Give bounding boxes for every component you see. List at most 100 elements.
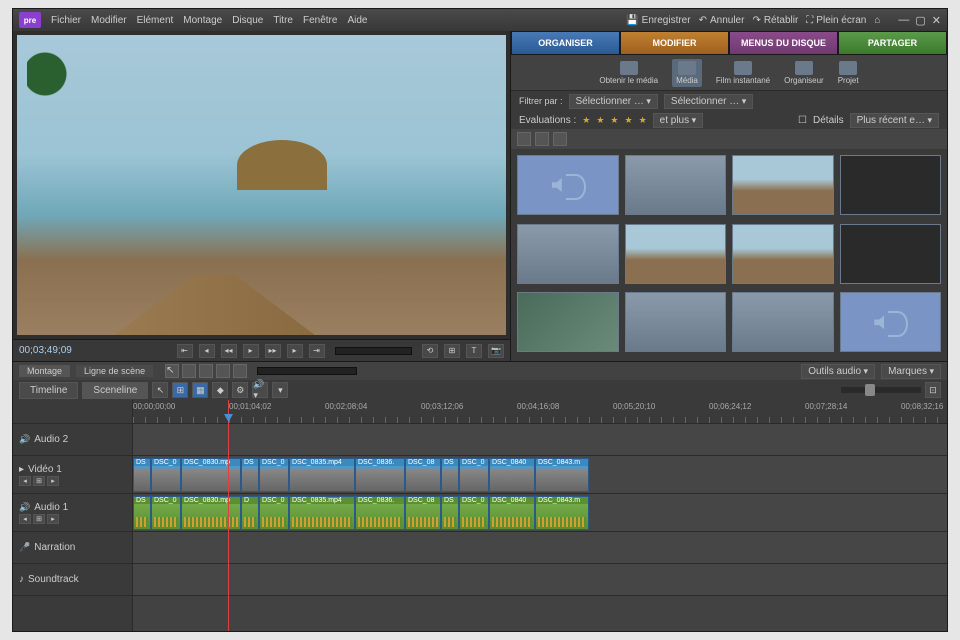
clip[interactable]: DSC_0	[151, 458, 181, 492]
step-fwd-button[interactable]: ▸	[287, 344, 303, 358]
media-thumb-audio[interactable]	[517, 155, 619, 215]
play-button[interactable]: ▸	[243, 344, 259, 358]
audio-tool[interactable]: 🔊▾	[252, 382, 268, 398]
star-5[interactable]: ★	[639, 115, 647, 126]
media-thumb[interactable]	[732, 155, 834, 215]
media-thumb[interactable]	[840, 224, 942, 284]
menu-file[interactable]: Fichier	[51, 15, 81, 26]
menu-edit[interactable]: Modifier	[91, 15, 127, 26]
step-back-button[interactable]: ◂	[199, 344, 215, 358]
safe-margins-button[interactable]: ⊞	[444, 344, 460, 358]
track-video1[interactable]: DSDSC_0DSC_0830.mpDSDSC_0DSC_0835.mp4DSC…	[133, 456, 947, 494]
opacity-slider[interactable]	[257, 367, 357, 375]
next-page-button[interactable]	[553, 132, 567, 146]
timecode-display[interactable]: 00;03;49;09	[19, 345, 89, 356]
menu-window[interactable]: Fenêtre	[303, 15, 337, 26]
clip[interactable]: DS	[241, 458, 259, 492]
sort-select[interactable]: Plus récent e… ▾	[850, 113, 939, 128]
tool-3[interactable]	[216, 364, 230, 378]
menu-title[interactable]: Titre	[273, 15, 293, 26]
list-view-button[interactable]	[517, 132, 531, 146]
menu-disc[interactable]: Disque	[232, 15, 263, 26]
track-header-video1[interactable]: ▸Vidéo 1 ◂⊞▸	[13, 456, 132, 494]
clip[interactable]: DSC_0	[459, 496, 489, 530]
next-button[interactable]: ▸▸	[265, 344, 281, 358]
preview-monitor[interactable]	[17, 35, 506, 335]
clip[interactable]: DS	[133, 496, 151, 530]
tab-share[interactable]: PARTAGER	[838, 31, 947, 55]
menu-help[interactable]: Aide	[347, 15, 367, 26]
goto-out-button[interactable]: ⇥	[309, 344, 325, 358]
track-toggle[interactable]: ◂	[19, 476, 31, 486]
get-media-button[interactable]: Obtenir le média	[599, 61, 658, 85]
media-thumb-audio[interactable]	[840, 292, 942, 352]
star-3[interactable]: ★	[610, 115, 618, 126]
grid-tool[interactable]: ▦	[192, 382, 208, 398]
menu-element[interactable]: Elément	[137, 15, 174, 26]
prev-button[interactable]: ◂◂	[221, 344, 237, 358]
clip[interactable]: DSC_0	[259, 458, 289, 492]
media-thumb[interactable]	[625, 292, 727, 352]
tab-disc-menus[interactable]: MENUS DU DISQUE	[729, 31, 838, 55]
render-tool[interactable]: ⚙	[232, 382, 248, 398]
clip[interactable]: D	[241, 496, 259, 530]
close-button[interactable]: ✕	[932, 14, 941, 27]
undo-button[interactable]: ↶Annuler	[699, 15, 745, 26]
organizer-button[interactable]: Organiseur	[784, 61, 824, 85]
track-header-audio2[interactable]: Audio 2	[13, 424, 132, 456]
clip[interactable]: DSC_0840	[489, 458, 535, 492]
clip[interactable]: DSC_0830.mp	[181, 458, 241, 492]
clip[interactable]: DSC_0	[259, 496, 289, 530]
minimize-button[interactable]: —	[898, 14, 909, 27]
loop-button[interactable]: ⟲	[422, 344, 438, 358]
media-thumb[interactable]	[517, 224, 619, 284]
clip[interactable]: DSC_08	[405, 458, 441, 492]
redo-button[interactable]: ↷Rétablir	[752, 15, 798, 26]
select-tool[interactable]: ↖	[152, 382, 168, 398]
timeline-view-tab[interactable]: Timeline	[19, 382, 78, 399]
montage-tab[interactable]: Montage	[19, 365, 70, 377]
tool-2[interactable]	[199, 364, 213, 378]
goto-in-button[interactable]: ⇤	[177, 344, 193, 358]
clip[interactable]: DS	[441, 458, 459, 492]
clip[interactable]: DSC_0843.m	[535, 496, 589, 530]
track-header-narration[interactable]: Narration	[13, 532, 132, 564]
save-button[interactable]: 💾Enregistrer	[626, 15, 690, 26]
media-thumb[interactable]	[625, 224, 727, 284]
tool-4[interactable]	[233, 364, 247, 378]
fullscreen-button[interactable]: ⛶Plein écran	[806, 15, 866, 26]
clip[interactable]: DSC_0830.mp	[181, 496, 241, 530]
track-area[interactable]: 00;00;00;0000;01;04;0200;02;08;0400;03;1…	[133, 400, 947, 631]
media-button[interactable]: Média	[672, 59, 702, 87]
track-header-soundtrack[interactable]: Soundtrack	[13, 564, 132, 596]
track-soundtrack[interactable]	[133, 564, 947, 596]
tab-modify[interactable]: MODIFIER	[620, 31, 729, 55]
media-thumb[interactable]	[517, 292, 619, 352]
instant-movie-button[interactable]: Film instantané	[716, 61, 770, 85]
filter-select-1[interactable]: Sélectionner … ▾	[569, 94, 658, 109]
fit-button[interactable]: ⊡	[925, 382, 941, 398]
clip[interactable]: DSC_0	[151, 496, 181, 530]
star-2[interactable]: ★	[596, 115, 604, 126]
details-checkbox[interactable]: ☐	[798, 115, 807, 126]
track-toggle[interactable]: ⊞	[33, 476, 45, 486]
selection-tool[interactable]: ↖	[165, 364, 179, 378]
track-toggle[interactable]: ▸	[47, 514, 59, 524]
shuttle-slider[interactable]	[335, 347, 413, 355]
markers-button[interactable]: Marques ▾	[881, 364, 941, 379]
clip[interactable]: DSC_0836.	[355, 458, 405, 492]
media-thumb[interactable]	[732, 224, 834, 284]
media-thumb[interactable]	[732, 292, 834, 352]
track-header-audio1[interactable]: Audio 1 ◂⊞▸	[13, 494, 132, 532]
tab-organize[interactable]: ORGANISER	[511, 31, 620, 55]
time-ruler[interactable]: 00;00;00;0000;01;04;0200;02;08;0400;03;1…	[133, 400, 947, 424]
prev-page-button[interactable]	[535, 132, 549, 146]
zoom-slider[interactable]	[841, 387, 921, 393]
track-narration[interactable]	[133, 532, 947, 564]
track-audio1[interactable]: DSDSC_0DSC_0830.mpDDSC_0DSC_0835.mp4DSC_…	[133, 494, 947, 532]
audio-tools-button[interactable]: Outils audio ▾	[801, 364, 875, 379]
clip[interactable]: DSC_0	[459, 458, 489, 492]
clip[interactable]: DSC_0835.mp4	[289, 458, 355, 492]
clip[interactable]: DS	[441, 496, 459, 530]
project-button[interactable]: Projet	[838, 61, 859, 85]
